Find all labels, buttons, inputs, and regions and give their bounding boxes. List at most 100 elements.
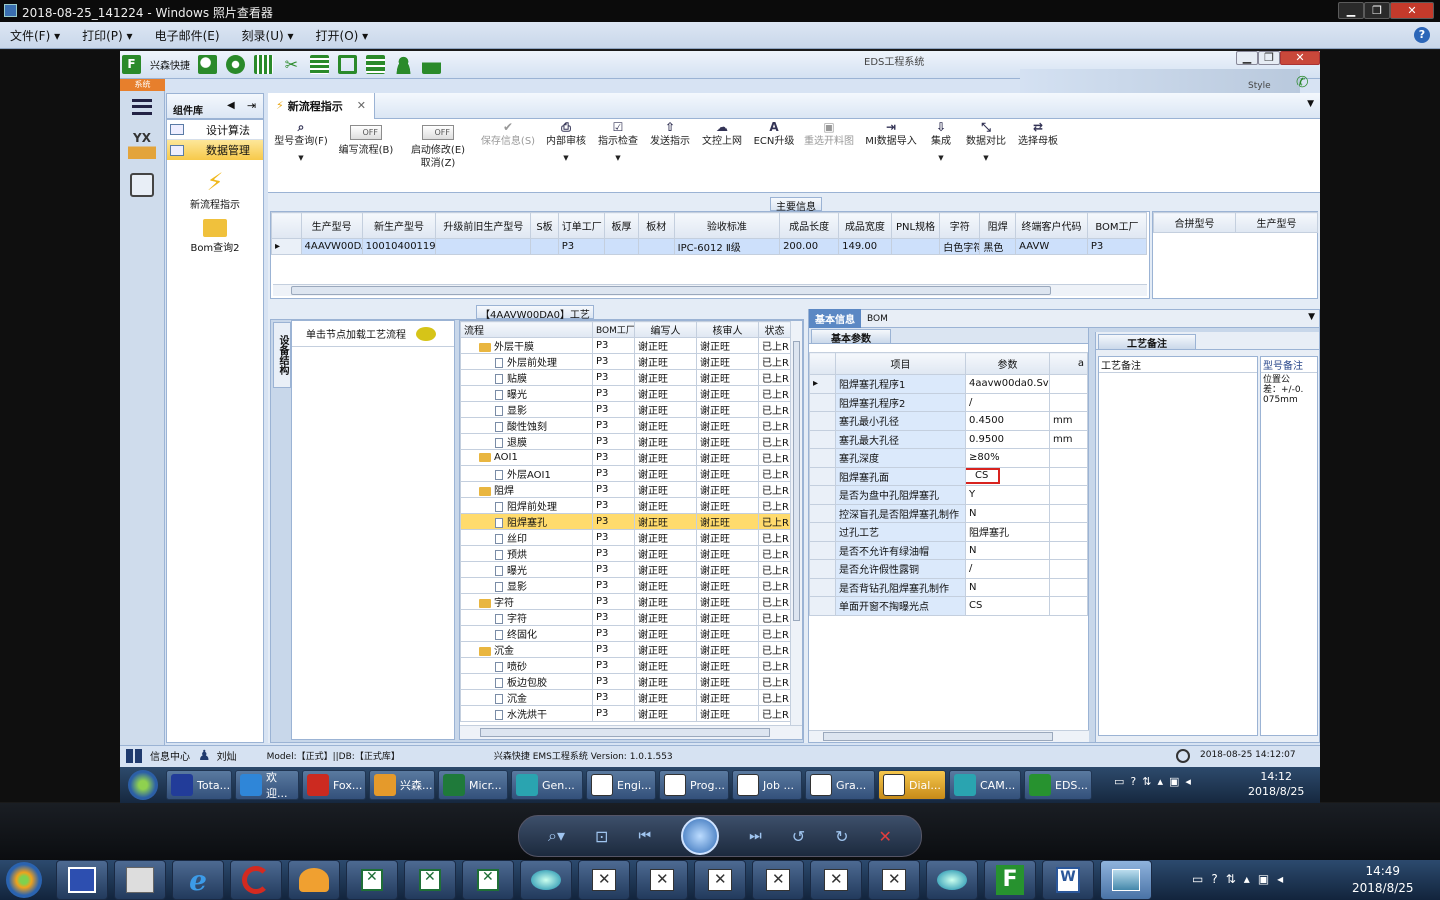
- delete-icon[interactable]: ✕: [879, 827, 892, 846]
- network-icon[interactable]: ⇅: [1142, 775, 1151, 788]
- settings-icon[interactable]: [226, 55, 245, 74]
- main-info-col-header[interactable]: 新生产型号: [361, 212, 437, 239]
- inner-task-item[interactable]: Gra...: [805, 770, 875, 800]
- rotate-right-icon[interactable]: ↻: [835, 827, 848, 846]
- taskbar-excel-2[interactable]: [404, 860, 456, 900]
- taskbar-word[interactable]: W: [1042, 860, 1094, 900]
- process-row[interactable]: 喷砂 P3 谢正旺 谢正旺 已上R: [460, 657, 791, 674]
- process-row[interactable]: 外层干膜 P3 谢正旺 谢正旺 已上R: [460, 337, 791, 354]
- process-row[interactable]: 阻焊前处理 P3 谢正旺 谢正旺 已上R: [460, 497, 791, 514]
- process-row[interactable]: 曝光 P3 谢正旺 谢正旺 已上R: [460, 561, 791, 578]
- param-row[interactable]: 单面开窗不掏曝光点 CS: [809, 596, 1088, 616]
- taskbar-x-app-3[interactable]: [694, 860, 746, 900]
- main-info-col-header[interactable]: 订单工厂: [557, 212, 606, 239]
- main-info-col-header[interactable]: 字符: [939, 212, 981, 239]
- taskbar-x-app-1[interactable]: [578, 860, 630, 900]
- tab-process-notes[interactable]: 工艺备注: [1098, 334, 1196, 350]
- inner-task-item[interactable]: Job ...: [732, 770, 802, 800]
- main-info-col-header[interactable]: 升级前旧生产型号: [435, 212, 532, 239]
- taskbar-x-app-5[interactable]: [810, 860, 862, 900]
- taskbar-genesis[interactable]: [520, 860, 572, 900]
- taskbar-cam[interactable]: [926, 860, 978, 900]
- help-icon[interactable]: ?: [1211, 872, 1217, 886]
- launch-new-flow[interactable]: ⚡ 新流程指示: [167, 168, 263, 211]
- app-minimize-button[interactable]: ▁: [1236, 51, 1258, 65]
- process-hscroll[interactable]: [460, 725, 802, 739]
- model-notes-box[interactable]: 型号备注 位置公差：+/-0.075mm: [1260, 356, 1318, 736]
- process-vscroll[interactable]: [790, 321, 802, 725]
- param-row[interactable]: 过孔工艺 阻焊塞孔: [809, 522, 1088, 542]
- main-info-col-header[interactable]: 生产型号: [300, 212, 363, 239]
- film-icon[interactable]: [310, 55, 329, 74]
- main-info-cell[interactable]: [890, 238, 941, 255]
- process-row[interactable]: 字符 P3 谢正旺 谢正旺 已上R: [460, 609, 791, 626]
- sidebar-item-algorithm[interactable]: 设计算法: [167, 120, 263, 140]
- keyboard-icon[interactable]: ▭: [1192, 872, 1203, 886]
- main-info-col-header[interactable]: 板材: [637, 212, 675, 239]
- tool-check-instruction[interactable]: ☑ 指示检查 ▼: [592, 121, 644, 165]
- rotate-left-icon[interactable]: ↺: [792, 827, 805, 846]
- process-row[interactable]: 预烘 P3 谢正旺 谢正旺 已上R: [460, 545, 791, 562]
- main-info-cell[interactable]: 10010400119139: [361, 238, 437, 255]
- param-value[interactable]: Y: [965, 485, 1050, 505]
- tool-ecn-upgrade[interactable]: A ECN升级: [748, 121, 800, 148]
- taskbar-eds[interactable]: F: [984, 860, 1036, 900]
- toggle-switch[interactable]: OFF: [422, 125, 454, 140]
- main-info-cell[interactable]: [604, 238, 639, 255]
- tool-doc-online[interactable]: ☁ 文控上网: [696, 121, 748, 148]
- main-info-cell[interactable]: 200.00: [779, 238, 840, 255]
- taskbar-shell-app[interactable]: [288, 860, 340, 900]
- collapse-icon[interactable]: ◀: [227, 100, 235, 111]
- menu-icon[interactable]: [132, 99, 152, 115]
- clock[interactable]: 14:49 2018/8/25: [1352, 863, 1414, 897]
- help-icon[interactable]: ?: [1130, 775, 1136, 788]
- param-value[interactable]: ≥80%: [965, 448, 1050, 468]
- tab-basic-info[interactable]: 基本信息: [809, 309, 861, 328]
- display-icon[interactable]: ▣: [1258, 872, 1269, 886]
- inner-clock[interactable]: 14:12 2018/8/25: [1248, 769, 1304, 799]
- sys-tab[interactable]: 系统: [120, 79, 165, 91]
- params-hscroll[interactable]: [809, 730, 1089, 742]
- tab-bom[interactable]: BOM: [861, 312, 894, 326]
- inner-task-item[interactable]: 欢迎...: [235, 770, 299, 800]
- menu-open[interactable]: 打开(O) ▾: [316, 27, 369, 44]
- tool-start-edit[interactable]: OFF 启动修改(E) 取消(Z): [406, 125, 470, 170]
- taskbar-document-app[interactable]: [114, 860, 166, 900]
- main-info-hscroll[interactable]: [273, 284, 1147, 296]
- keyboard-icon[interactable]: ▭: [1114, 775, 1124, 788]
- inner-task-item[interactable]: Gen...: [511, 770, 583, 800]
- tool-mi-import[interactable]: ⇥ MI数据导入: [862, 121, 920, 148]
- param-value[interactable]: N: [965, 540, 1050, 560]
- inner-task-item[interactable]: EDS...: [1024, 770, 1092, 800]
- taskbar-photo-viewer[interactable]: [1100, 860, 1152, 900]
- main-info-col-header[interactable]: 成品长度: [779, 212, 840, 239]
- tool-data-compare[interactable]: ⤡ 数据对比 ▼: [960, 121, 1012, 165]
- chart-icon[interactable]: [422, 55, 441, 74]
- process-row[interactable]: 沉金 P3 谢正旺 谢正旺 已上R: [460, 641, 791, 658]
- subtab-basic-params[interactable]: 基本参数: [811, 329, 891, 345]
- flow-load-hint[interactable]: 单击节点加载工艺流程: [292, 321, 454, 347]
- process-row[interactable]: 字符 P3 谢正旺 谢正旺 已上R: [460, 593, 791, 610]
- process-row[interactable]: 显影 P3 谢正旺 谢正旺 已上R: [460, 401, 791, 418]
- user-icon[interactable]: [394, 55, 413, 74]
- main-info-cell[interactable]: [530, 238, 559, 255]
- process-row[interactable]: 显影 P3 谢正旺 谢正旺 已上R: [460, 577, 791, 594]
- tool-internal-review[interactable]: ⎙ 内部审核 ▼: [540, 121, 592, 165]
- taskbar-save-app[interactable]: [56, 860, 108, 900]
- param-value[interactable]: 0.4500: [965, 411, 1050, 431]
- params-dropdown-icon[interactable]: ▼: [1308, 312, 1315, 322]
- inner-task-item[interactable]: Tota...: [166, 770, 232, 800]
- display-icon[interactable]: ▣: [1169, 775, 1179, 788]
- main-info-cell[interactable]: 黑色: [979, 238, 1017, 255]
- param-row[interactable]: 是否背钻孔阻焊塞孔制作 N: [809, 577, 1088, 597]
- actual-size-icon[interactable]: ⊡: [595, 827, 608, 846]
- param-row[interactable]: ▸ 阻焊塞孔程序1 4aavw00da0.Svia: [809, 374, 1088, 394]
- param-row[interactable]: 塞孔深度 ≥80%: [809, 448, 1088, 468]
- network-icon[interactable]: ⇅: [1226, 872, 1236, 886]
- main-info-cell[interactable]: 149.00: [838, 238, 892, 255]
- main-info-cell[interactable]: [435, 238, 532, 255]
- speaker-icon[interactable]: ◂: [1277, 872, 1283, 886]
- tool-write-flow[interactable]: OFF 编写流程(B): [336, 125, 396, 157]
- launch-bom-query[interactable]: Bom查询2: [167, 219, 263, 254]
- main-info-cell[interactable]: 白色字符: [939, 238, 981, 255]
